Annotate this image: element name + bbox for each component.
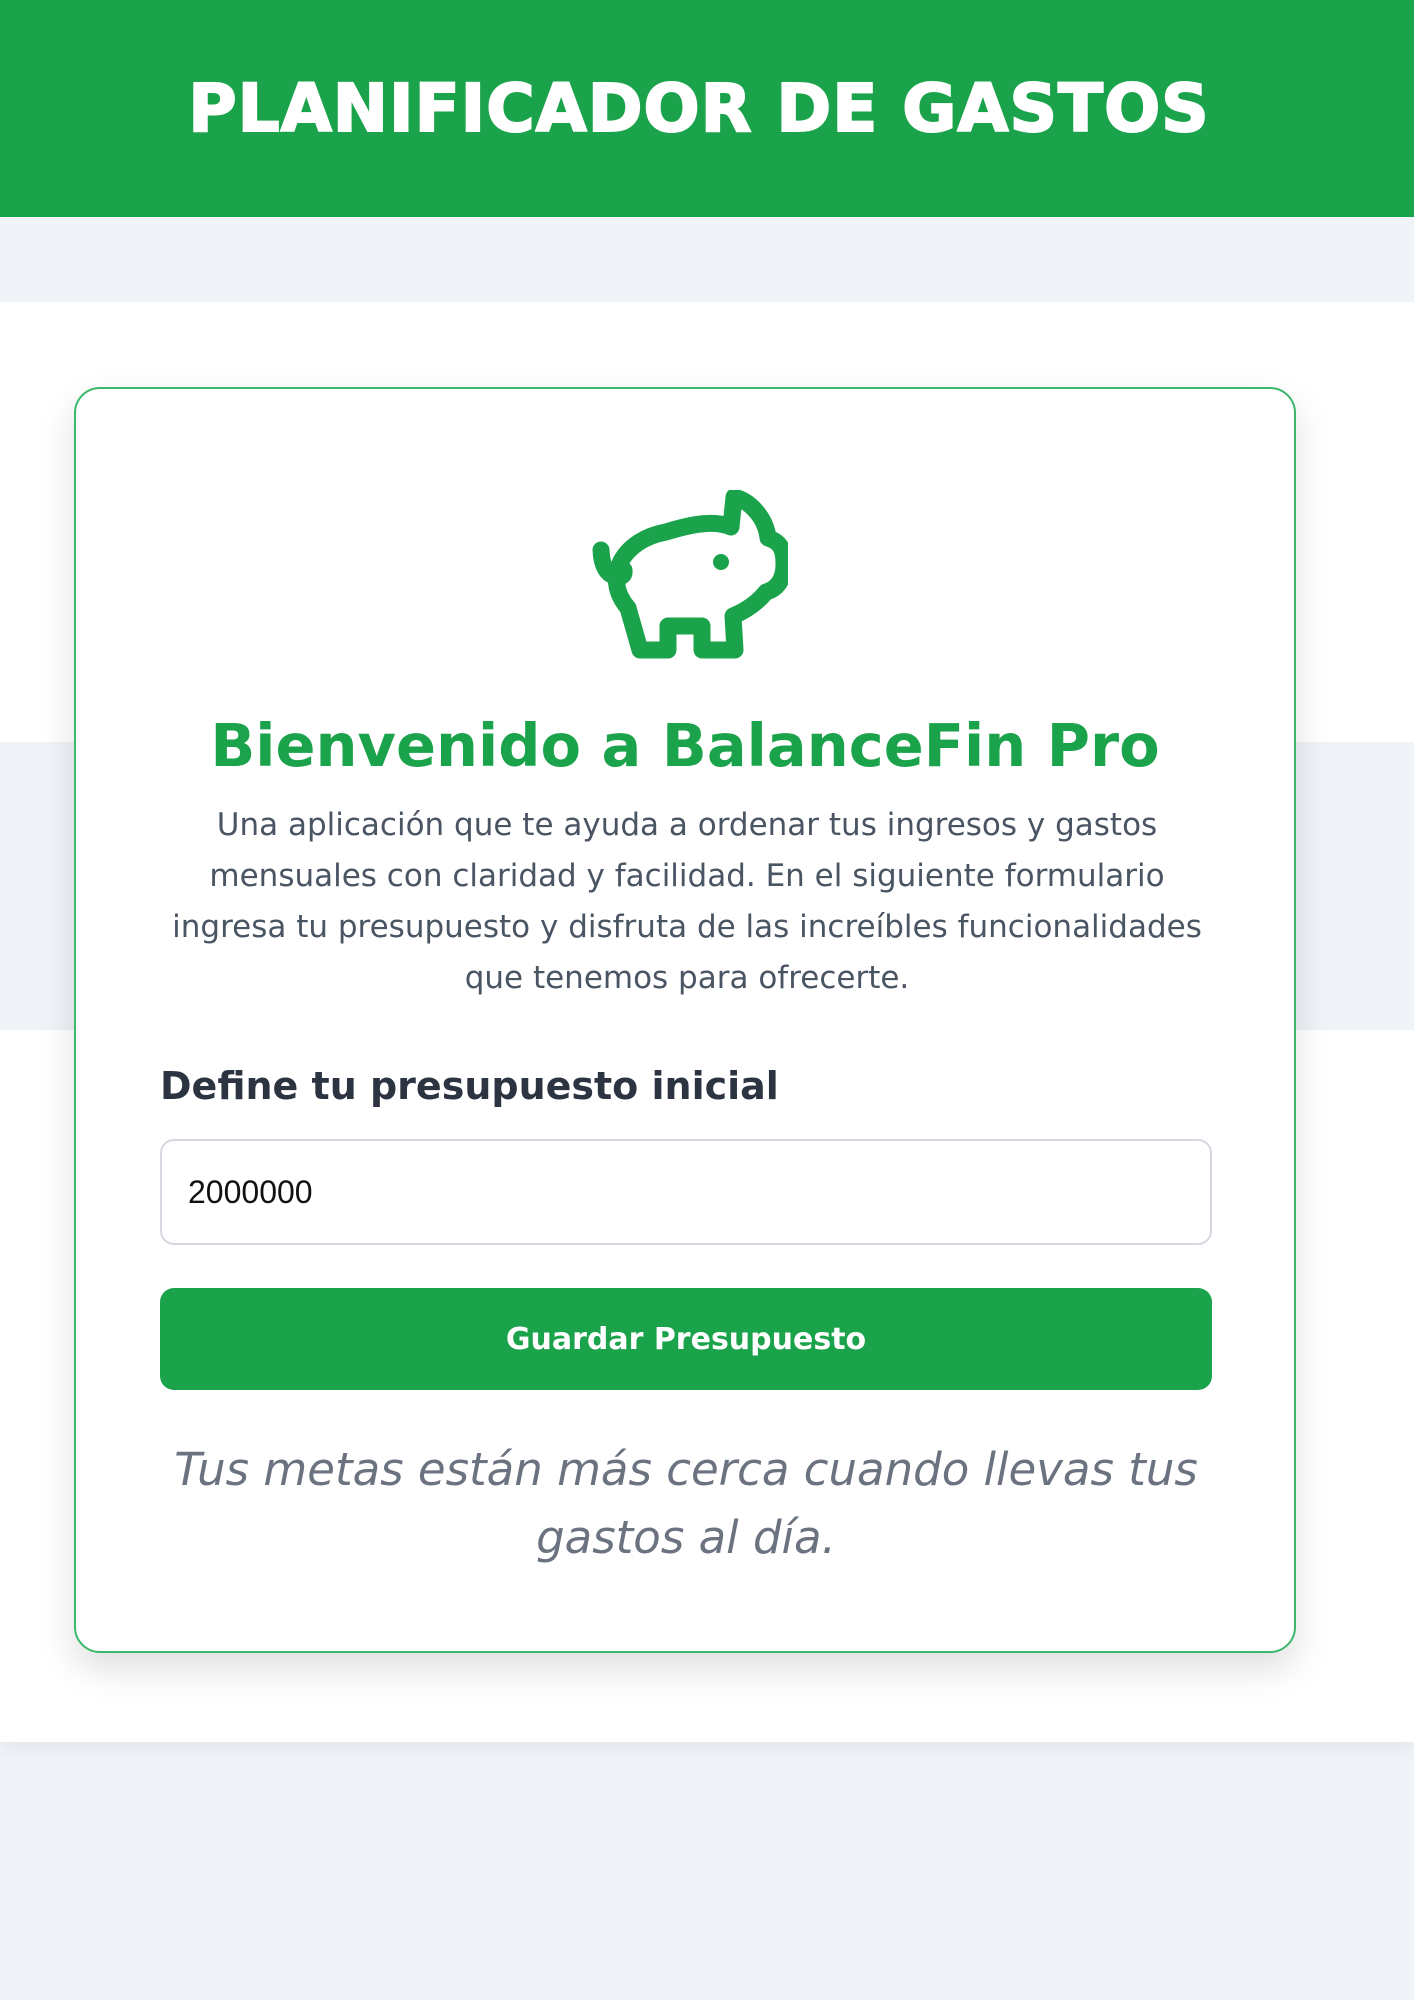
piggy-bank-icon <box>592 490 788 659</box>
budget-label: Define tu presupuesto inicial <box>160 1064 779 1108</box>
budget-input[interactable] <box>160 1139 1212 1245</box>
app-header: PLANIFICADOR DE GASTOS <box>0 0 1414 217</box>
save-budget-button[interactable]: Guardar Presupuesto <box>160 1288 1212 1390</box>
app-title: PLANIFICADOR DE GASTOS <box>187 69 1210 148</box>
welcome-description: Una aplicación que te ayuda a ordenar tu… <box>172 807 1202 996</box>
motto-text: Tus metas están más cerca cuando llevas … <box>174 1443 1198 1564</box>
welcome-title: Bienvenido a BalanceFin Pro <box>210 711 1160 780</box>
